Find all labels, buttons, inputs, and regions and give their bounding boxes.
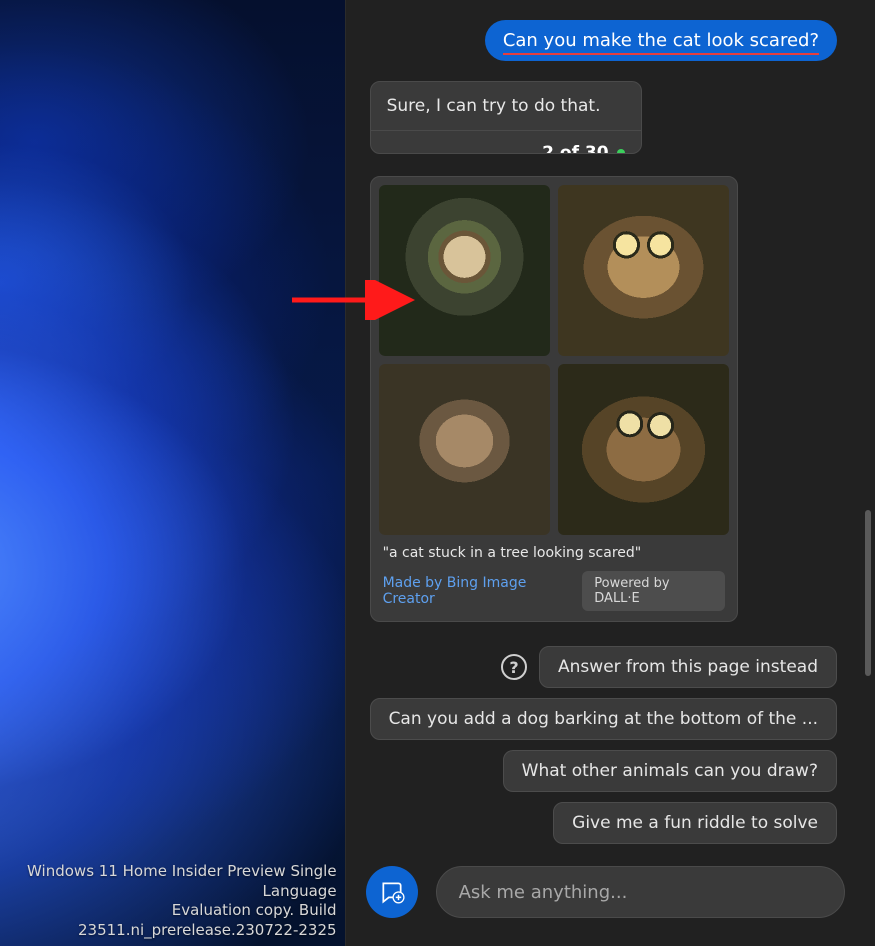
turn-counter-text: 2 of 30: [542, 143, 608, 154]
suggestion-chip[interactable]: Give me a fun riddle to solve: [553, 802, 837, 844]
generated-image-2[interactable]: [558, 185, 729, 356]
user-message-row: Can you make the cat look scared?: [370, 20, 837, 61]
assistant-message-bubble: Sure, I can try to do that. 2 of 30: [370, 81, 642, 154]
turn-counter: 2 of 30: [371, 131, 641, 154]
image-card-footer: Made by Bing Image Creator Powered by DA…: [379, 567, 729, 613]
ask-input-placeholder: Ask me anything...: [459, 882, 628, 903]
suggestion-chip[interactable]: Can you add a dog barking at the bottom …: [370, 698, 837, 740]
generated-images-card: "a cat stuck in a tree looking scared" M…: [370, 176, 738, 622]
chat-scroll-area: Can you make the cat look scared? Sure, …: [346, 0, 875, 852]
user-message-bubble: Can you make the cat look scared?: [485, 20, 837, 61]
bing-image-creator-link[interactable]: Made by Bing Image Creator: [383, 575, 573, 607]
ask-input[interactable]: Ask me anything...: [436, 866, 845, 918]
image-prompt-caption: "a cat stuck in a tree looking scared": [379, 535, 729, 567]
suggestion-chip[interactable]: Answer from this page instead: [539, 646, 837, 688]
annotation-underline: [503, 53, 819, 55]
watermark-line1: Windows 11 Home Insider Preview Single L…: [0, 862, 337, 901]
generated-image-4[interactable]: [558, 364, 729, 535]
status-dot-icon: [617, 149, 625, 154]
user-message-text: Can you make the cat look scared?: [503, 30, 819, 51]
watermark-line2: Evaluation copy. Build 23511.ni_prerelea…: [0, 901, 337, 940]
scrollbar-thumb[interactable]: [865, 510, 871, 676]
chat-input-bar: Ask me anything...: [346, 852, 875, 946]
windows-watermark: Windows 11 Home Insider Preview Single L…: [0, 862, 337, 940]
help-icon[interactable]: ?: [501, 654, 527, 680]
suggestion-chips: ? Answer from this page instead Can you …: [370, 646, 837, 844]
dalle-badge: Powered by DALL·E: [582, 571, 724, 611]
chat-plus-icon: [379, 879, 405, 905]
generated-image-3[interactable]: [379, 364, 550, 535]
desktop-wallpaper: Windows 11 Home Insider Preview Single L…: [0, 0, 345, 946]
assistant-message-text: Sure, I can try to do that.: [371, 82, 641, 131]
copilot-chat-panel: Can you make the cat look scared? Sure, …: [345, 0, 875, 946]
generated-image-1[interactable]: [379, 185, 550, 356]
new-topic-button[interactable]: [366, 866, 418, 918]
suggestion-chip[interactable]: What other animals can you draw?: [503, 750, 837, 792]
image-grid: [379, 185, 729, 535]
